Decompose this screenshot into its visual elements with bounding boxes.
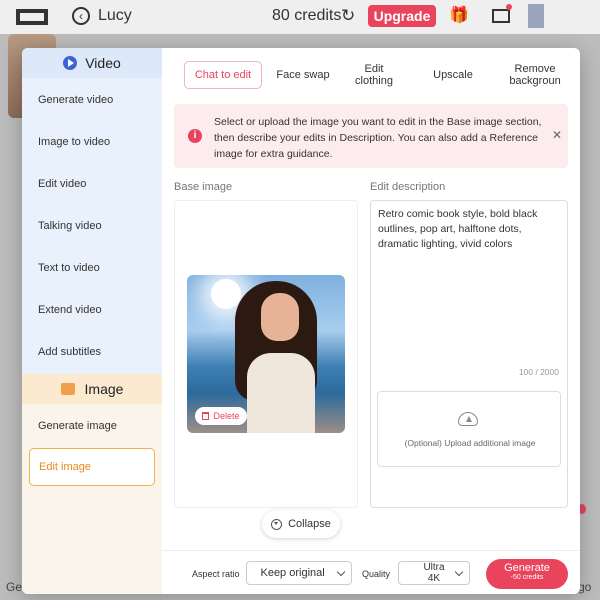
tab-chat-to-edit[interactable]: Chat to edit: [184, 61, 262, 89]
sidebar-item-generate-video[interactable]: Generate video: [38, 94, 113, 106]
footer-toolbar: Aspect ratio Keep original Quality Ultra…: [162, 550, 580, 594]
quality-label: Quality: [362, 569, 391, 579]
sun-glare: [211, 279, 241, 309]
background-text-right: go: [578, 580, 592, 594]
image-section-title: Image: [84, 381, 124, 397]
upload-additional-image[interactable]: (Optional) Upload additional image: [377, 391, 561, 467]
close-icon[interactable]: ✕: [552, 128, 562, 142]
sidebar-item-edit-video[interactable]: Edit video: [38, 178, 86, 190]
info-alert: i Select or upload the image you want to…: [174, 104, 568, 168]
background-text-left: Ge: [6, 580, 23, 594]
refresh-icon[interactable]: ↻: [341, 7, 359, 25]
upload-label: (Optional) Upload additional image: [404, 438, 536, 448]
aspect-ratio-value: Keep original: [260, 567, 325, 579]
edit-description-field[interactable]: Retro comic book style, bold black outli…: [370, 200, 568, 508]
tab-upscale[interactable]: Upscale: [404, 69, 502, 81]
edit-image-modal: Video Generate video Image to video Edit…: [22, 48, 580, 594]
sidebar-item-generate-image[interactable]: Generate image: [38, 420, 117, 432]
sidebar-item-edit-image[interactable]: Edit image: [29, 448, 155, 486]
subject-body: [247, 353, 315, 433]
sidebar-item-text-to-video[interactable]: Text to video: [38, 262, 100, 274]
app-top-bar: ‹ Lucy 80 credits ↻ Upgrade 🎁: [0, 0, 600, 34]
sidebar: Video Generate video Image to video Edit…: [22, 48, 162, 594]
generate-label: Generate: [504, 562, 550, 574]
collapse-label: Collapse: [288, 518, 331, 530]
video-section-header: Video: [22, 48, 162, 78]
chevron-down-icon: [454, 567, 464, 577]
aspect-ratio-select[interactable]: Keep original: [246, 561, 352, 585]
main-content: Chat to edit Face swap Edit clothing Ups…: [162, 48, 580, 594]
user-name: Lucy: [98, 7, 132, 24]
image-section-header: Image: [22, 374, 162, 404]
avatar[interactable]: [528, 4, 544, 28]
alert-message: Select or upload the image you want to e…: [214, 116, 542, 160]
sidebar-item-talking-video[interactable]: Talking video: [38, 220, 102, 232]
trash-icon: [202, 412, 210, 420]
quality-select[interactable]: Ultra 4K: [398, 561, 470, 585]
upgrade-button[interactable]: Upgrade: [368, 5, 436, 27]
aspect-ratio-label: Aspect ratio: [192, 569, 240, 579]
sidebar-item-extend-video[interactable]: Extend video: [38, 304, 102, 316]
subject-face: [261, 293, 299, 341]
credits-count: 80 credits: [272, 7, 342, 24]
generate-button[interactable]: Generate -50 credits: [486, 559, 568, 589]
delete-label: Delete: [213, 411, 240, 421]
tab-face-swap[interactable]: Face swap: [262, 69, 344, 81]
edit-description-text[interactable]: Retro comic book style, bold black outli…: [378, 207, 558, 252]
generate-cost: -50 credits: [510, 574, 544, 581]
base-image-preview: Delete: [187, 275, 345, 433]
tab-edit-clothing[interactable]: Edit clothing: [344, 63, 404, 87]
tab-bar: Chat to edit Face swap Edit clothing Ups…: [184, 60, 570, 90]
back-arrow-icon[interactable]: ‹: [72, 7, 90, 25]
video-section-title: Video: [85, 55, 121, 71]
gift-icon[interactable]: 🎁: [449, 7, 469, 25]
chevron-down-icon: [336, 567, 346, 577]
notification-dot: [506, 4, 512, 10]
chevron-down-icon: [271, 518, 283, 530]
character-counter: 100 / 2000: [518, 367, 559, 377]
collapse-button[interactable]: Collapse: [262, 510, 340, 538]
delete-image-button[interactable]: Delete: [195, 407, 247, 425]
edit-description-label: Edit description: [370, 181, 446, 193]
info-icon: i: [188, 129, 202, 143]
image-icon: [60, 383, 75, 395]
quality-value: Ultra 4K: [423, 562, 445, 584]
app-logo-icon[interactable]: [16, 9, 48, 25]
mail-icon[interactable]: [492, 9, 510, 23]
base-image-label: Base image: [174, 181, 233, 193]
play-icon: [63, 56, 78, 70]
tab-remove-background[interactable]: Remove backgroun: [502, 63, 564, 87]
cloud-upload-icon: [458, 412, 478, 426]
sidebar-item-add-subtitles[interactable]: Add subtitles: [38, 346, 101, 358]
sidebar-item-image-to-video[interactable]: Image to video: [38, 136, 110, 148]
